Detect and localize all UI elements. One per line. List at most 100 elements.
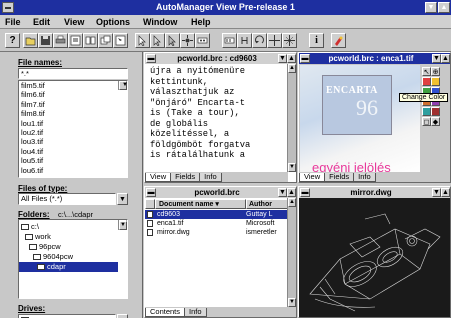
tab-info[interactable]: Info xyxy=(353,173,376,182)
tab-view[interactable]: View xyxy=(145,173,172,182)
open-icon[interactable] xyxy=(23,33,38,48)
text-pane-tabs: View Fields Info xyxy=(145,172,288,182)
color-icon[interactable] xyxy=(331,33,346,48)
crosshair-icon[interactable]: ⊕ xyxy=(431,67,440,76)
encarta-caption-text: egyéni jelölés xyxy=(312,160,391,172)
tab-info[interactable]: Info xyxy=(199,173,222,182)
thumbnail-icon[interactable] xyxy=(83,33,98,48)
folder-item[interactable]: 96pcw xyxy=(19,242,127,252)
menu-window[interactable]: Window xyxy=(143,17,177,27)
pane-maximize-button[interactable]: ▲ xyxy=(441,54,450,63)
tab-info[interactable]: Info xyxy=(184,308,207,317)
link-icon[interactable] xyxy=(150,33,165,48)
list-item[interactable]: film8.tif xyxy=(19,109,127,118)
tab-fields[interactable]: Fields xyxy=(324,173,355,182)
pane-menu-icon[interactable]: ▬ xyxy=(146,188,156,197)
info-icon[interactable] xyxy=(267,33,282,48)
measure-icon[interactable] xyxy=(195,33,210,48)
list-item[interactable]: film5.tif xyxy=(19,81,127,90)
encarta-year-text: 96 xyxy=(356,95,378,120)
text-pane-scrollbar[interactable]: ▲ ▼ xyxy=(287,64,296,172)
menu-help[interactable]: Help xyxy=(191,17,211,27)
file-list-scrollbar[interactable]: ▲▼ xyxy=(118,81,127,91)
folder-open-icon xyxy=(33,254,41,261)
menu-options[interactable]: Options xyxy=(96,17,130,27)
list-pane-title: pcworld.brc xyxy=(194,188,240,197)
pointer-icon[interactable] xyxy=(113,33,128,48)
pane-maximize-button[interactable]: ▲ xyxy=(287,188,296,197)
folder-item-selected[interactable]: cdapr xyxy=(19,262,118,272)
pane-menu-icon[interactable]: ▬ xyxy=(300,54,310,63)
list-item[interactable]: lou4.tif xyxy=(19,147,127,156)
select-icon[interactable] xyxy=(135,33,150,48)
list-item[interactable]: lou5.tif xyxy=(19,156,127,165)
column-author[interactable]: Author xyxy=(246,199,288,209)
menu-view[interactable]: View xyxy=(64,17,84,27)
tab-fields[interactable]: Fields xyxy=(170,173,201,182)
save-icon[interactable] xyxy=(38,33,53,48)
grid-icon[interactable] xyxy=(180,33,195,48)
menu-file[interactable]: File xyxy=(5,17,21,27)
folder-item[interactable]: work xyxy=(19,232,127,242)
list-item[interactable]: lou3.tif xyxy=(19,137,127,146)
drives-select[interactable]: c: xyxy=(18,314,116,318)
color-swatch-icon[interactable] xyxy=(431,107,440,116)
folder-open-icon xyxy=(21,224,29,231)
zoom-icon[interactable] xyxy=(252,33,267,48)
list-pane-scrollbar[interactable]: ▲ ▼ xyxy=(287,198,296,307)
info-button[interactable]: i xyxy=(309,33,324,48)
list-item[interactable]: film6.tif xyxy=(19,90,127,99)
print-icon[interactable] xyxy=(53,33,68,48)
files-of-type-select[interactable]: All Files (*.*) xyxy=(18,193,116,205)
list-item[interactable]: lou2.tif xyxy=(19,128,127,137)
pane-minimize-button[interactable]: ▼ xyxy=(432,188,441,197)
file-browser-panel: File names: *.* film5.tif film6.tif film… xyxy=(0,52,143,318)
folders-label: Folders: xyxy=(18,210,50,219)
list-item[interactable]: lou6.tif xyxy=(19,166,127,175)
chevron-down-icon[interactable]: ▼ xyxy=(117,314,128,318)
chevron-down-icon[interactable]: ▼ xyxy=(117,193,128,205)
pane-minimize-button[interactable]: ▼ xyxy=(278,188,287,197)
file-name-input[interactable]: *.* xyxy=(18,68,128,79)
move-icon[interactable] xyxy=(165,33,180,48)
table-row[interactable]: cd9603 Guttay L xyxy=(145,210,288,219)
maximize-button[interactable]: ▲ xyxy=(438,2,450,13)
rotate-icon[interactable] xyxy=(222,33,237,48)
paint-icon[interactable] xyxy=(282,33,297,48)
pane-maximize-button[interactable]: ▲ xyxy=(441,188,450,197)
tab-view[interactable]: View xyxy=(299,173,326,182)
minimize-button[interactable]: ▼ xyxy=(425,2,437,13)
pane-maximize-button[interactable]: ▲ xyxy=(287,54,296,63)
zoom-fit-icon[interactable] xyxy=(237,33,252,48)
folder-tree-scrollbar[interactable]: ▲▼ xyxy=(118,220,127,230)
pane-minimize-button[interactable]: ▼ xyxy=(278,54,287,63)
copy-icon[interactable] xyxy=(98,33,113,48)
tab-contents[interactable]: Contents xyxy=(145,308,186,317)
menu-edit[interactable]: Edit xyxy=(33,17,50,27)
tool-palette: ↖ ⊕ ◻ ◆ xyxy=(421,65,441,172)
column-document-name[interactable]: Document name ▾ xyxy=(155,199,246,209)
color-swatch-icon[interactable] xyxy=(431,77,440,86)
eraser-icon[interactable]: ◻ xyxy=(422,117,431,126)
help-icon[interactable]: ? xyxy=(5,33,20,48)
fill-icon[interactable]: ◆ xyxy=(431,117,440,126)
pointer-icon[interactable]: ↖ xyxy=(422,67,431,76)
folder-item[interactable]: 9604pcw xyxy=(19,252,127,262)
pane-minimize-button[interactable]: ▼ xyxy=(432,54,441,63)
folder-tree[interactable]: c:\ work 96pcw 9604pcw cdapr ▲▼ xyxy=(18,219,128,299)
file-list[interactable]: film5.tif film6.tif film7.tif film8.tif … xyxy=(18,80,128,178)
list-item[interactable]: lou1.tif xyxy=(19,119,127,128)
cad-drawing-pane: ▬ mirror.dwg ▼ ▲ xyxy=(298,186,451,318)
folder-item[interactable]: c:\ xyxy=(19,222,127,232)
pane-menu-icon[interactable]: ▬ xyxy=(146,54,156,63)
table-row[interactable]: mirror.dwg ismeretler xyxy=(145,228,288,237)
table-row[interactable]: enca1.tif Microsoft xyxy=(145,219,288,228)
list-pane-tabs: Contents Info xyxy=(145,307,296,317)
text-pane-header: ▬ pcworld.brc : cd9603 ▼ ▲ xyxy=(145,53,296,64)
pane-menu-icon[interactable]: ▬ xyxy=(300,188,310,197)
color-swatch-icon[interactable] xyxy=(422,107,431,116)
view-icon[interactable] xyxy=(68,33,83,48)
cad-wireframe-drawing xyxy=(309,213,441,312)
list-item[interactable]: film7.tif xyxy=(19,100,127,109)
color-swatch-icon[interactable] xyxy=(422,77,431,86)
